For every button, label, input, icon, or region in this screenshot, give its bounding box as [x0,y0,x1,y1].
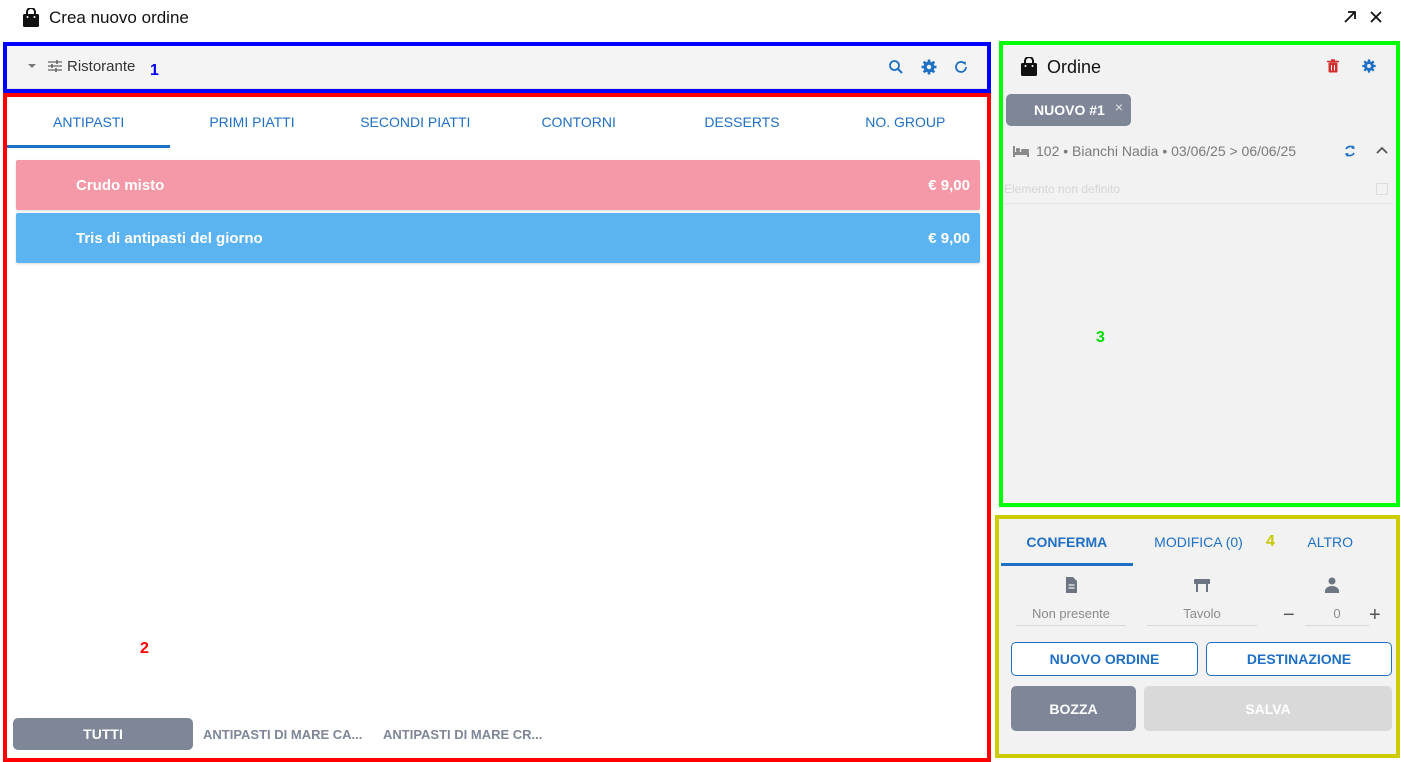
trash-icon[interactable] [1325,58,1341,74]
person-icon [1325,577,1339,593]
shopping-bag-icon [23,8,39,27]
item-checkbox[interactable] [1376,182,1388,195]
table-value: Tavolo [1147,606,1257,626]
table-icon [1194,579,1210,592]
subgroup-mare-ca[interactable]: ANTIPASTI DI MARE CA... [203,727,373,742]
annotation-label-1: 1 [150,62,159,79]
tab-conferma[interactable]: CONFERMA [1001,516,1133,566]
filter-label[interactable]: Ristorante [67,58,135,75]
guest-info: 102 • Bianchi Nadia • 03/06/25 > 06/06/2… [1036,143,1297,159]
subgroup-mare-cr[interactable]: ANTIPASTI DI MARE CR... [383,727,553,742]
destination-button[interactable]: DESTINAZIONE [1206,642,1392,676]
order-line-item[interactable]: Elemento non definito [1004,174,1394,204]
window-title: Crea nuovo ordine [49,8,189,27]
maximize-icon[interactable] [1342,9,1358,25]
menu-item-crudo-misto[interactable]: Crudo misto € 9,00 [16,160,980,210]
search-icon[interactable] [887,58,905,76]
menu-item-name: Crudo misto [76,176,165,194]
action-tabs: CONFERMA MODIFICA (0) ALTRO [1001,516,1396,566]
tab-modifica[interactable]: MODIFICA (0) [1133,516,1265,566]
save-button[interactable]: SALVA [1144,686,1392,731]
draft-button[interactable]: BOZZA [1011,686,1136,731]
annotation-label-3: 3 [1096,329,1105,346]
covers-minus-button[interactable]: − [1283,604,1295,627]
order-title: Ordine [1047,57,1102,77]
create-order-window: Crea nuovo ordine Ristorante ANTIPASTI P… [0,0,1404,762]
document-icon [1066,577,1077,593]
action-panel: CONFERMA MODIFICA (0) ALTRO Non presente… [997,516,1400,758]
tab-altro[interactable]: ALTRO [1264,516,1396,566]
menu-item-name: Tris di antipasti del giorno [76,229,263,247]
menu-item-price: € 9,00 [928,229,970,247]
refresh-icon[interactable] [952,58,970,76]
tab-secondi-piatti[interactable]: SECONDI PIATTI [334,96,497,148]
tab-no-group[interactable]: NO. GROUP [824,96,987,148]
menu-item-price: € 9,00 [928,176,970,194]
order-chip[interactable]: NUOVO #1 × [1006,94,1131,126]
chip-close-icon[interactable]: × [1115,99,1123,115]
tab-contorni[interactable]: CONTORNI [497,96,660,148]
order-panel: Ordine NUOVO #1 × 102 • Bianchi Nadia • … [1000,42,1400,508]
subgroup-bar: TUTTI ANTIPASTI DI MARE CA... ANTIPASTI … [13,718,553,750]
category-tabs: ANTIPASTI PRIMI PIATTI SECONDI PIATTI CO… [7,96,987,148]
close-icon[interactable] [1368,9,1384,25]
tab-desserts[interactable]: DESSERTS [660,96,823,148]
new-order-button[interactable]: NUOVO ORDINE [1011,642,1198,676]
document-field[interactable]: Non presente [1016,576,1126,626]
order-fields: Non presente Tavolo 0 − + [997,576,1400,636]
covers-value[interactable]: 0 [1305,606,1369,626]
filter-sliders-icon[interactable] [47,58,63,74]
annotation-label-4: 4 [1266,533,1275,550]
bed-icon [1013,146,1029,157]
shopping-bag-icon [1021,57,1037,76]
subgroup-all-button[interactable]: TUTTI [13,718,193,750]
menu-item-list: Crudo misto € 9,00 Tris di antipasti del… [16,160,980,266]
table-field[interactable]: Tavolo [1147,576,1257,626]
menu-panel: ANTIPASTI PRIMI PIATTI SECONDI PIATTI CO… [7,96,987,756]
tab-primi-piatti[interactable]: PRIMI PIATTI [170,96,333,148]
undefined-item-label: Elemento non definito [1004,181,1121,196]
gear-icon[interactable] [920,58,938,76]
title-bar: Crea nuovo ordine [0,0,1404,38]
covers-plus-button[interactable]: + [1369,604,1381,627]
guest-info-row: 102 • Bianchi Nadia • 03/06/25 > 06/06/2… [1012,140,1392,162]
chevron-up-icon[interactable] [1374,143,1390,159]
tab-antipasti[interactable]: ANTIPASTI [7,96,171,148]
gear-icon[interactable] [1361,58,1377,74]
swap-icon[interactable] [1342,143,1358,159]
document-value: Non presente [1016,606,1126,626]
menu-item-tris-antipasti[interactable]: Tris di antipasti del giorno € 9,00 [16,213,980,263]
caret-down-icon[interactable] [27,62,37,70]
annotation-label-2: 2 [140,640,149,657]
order-chip-label: NUOVO #1 [1034,102,1105,118]
